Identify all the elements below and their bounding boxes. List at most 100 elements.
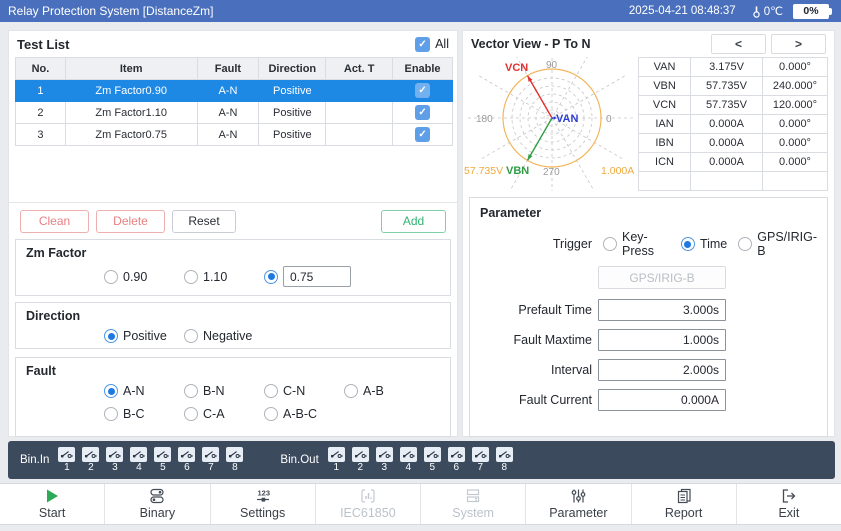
- zm-factor-title: Zm Factor: [26, 246, 87, 260]
- van-label: VAN: [556, 113, 578, 125]
- interval-input[interactable]: [598, 359, 726, 381]
- reset-button[interactable]: Reset: [172, 209, 236, 233]
- switch-open-icon: [495, 447, 513, 462]
- vbn-vector: [526, 117, 553, 161]
- radio-icon[interactable]: [184, 407, 198, 421]
- fault-b-n[interactable]: B-N: [184, 384, 264, 398]
- trigger-key-press[interactable]: Key-Press: [603, 230, 670, 258]
- radio-icon[interactable]: [264, 407, 278, 421]
- fault-c-n[interactable]: C-N: [264, 384, 344, 398]
- direction-negative[interactable]: Negative: [184, 329, 264, 343]
- fault-current-input[interactable]: [598, 389, 726, 411]
- trigger-gps-irig-b[interactable]: GPS/IRIG-B: [738, 230, 817, 258]
- test-list-header: Test List All: [9, 31, 457, 57]
- phasor-row: ICN 0.000A 0.000°: [638, 152, 828, 172]
- enable-checkbox[interactable]: [415, 127, 431, 142]
- bin-in-channel-4[interactable]: 4: [130, 447, 148, 473]
- radio-icon[interactable]: [104, 329, 118, 343]
- switch-open-icon: [130, 447, 148, 462]
- bin-in-channel-6[interactable]: 6: [178, 447, 196, 473]
- radio-icon[interactable]: [264, 269, 278, 284]
- bin-in-channel-5[interactable]: 5: [154, 447, 172, 473]
- fault-a-b[interactable]: A-B: [344, 384, 424, 398]
- exit-button[interactable]: Exit: [737, 484, 841, 524]
- bin-in-channel-7[interactable]: 7: [202, 447, 220, 473]
- prefault-time-input[interactable]: [598, 299, 726, 321]
- cell-item: Zm Factor1.10: [64, 101, 198, 124]
- fault-maxtime-input[interactable]: [598, 329, 726, 351]
- interval-field: Interval: [480, 359, 817, 381]
- radio-icon[interactable]: [184, 384, 198, 398]
- zm-option-110[interactable]: 1.10: [184, 269, 264, 284]
- phasor-row: IAN 0.000A 0.000°: [638, 114, 828, 134]
- bin-out-channel-2[interactable]: 2: [351, 447, 369, 473]
- bin-out-channel-8[interactable]: 8: [495, 447, 513, 473]
- bin-in-channel-2[interactable]: 2: [82, 447, 100, 473]
- switch-open-icon: [471, 447, 489, 462]
- radio-icon[interactable]: [603, 237, 617, 251]
- direction-positive[interactable]: Positive: [104, 329, 184, 343]
- delete-button[interactable]: Delete: [96, 209, 165, 233]
- radio-icon[interactable]: [104, 384, 118, 398]
- fault-c-a[interactable]: C-A: [184, 407, 264, 421]
- bin-out-channel-6[interactable]: 6: [447, 447, 465, 473]
- clean-button[interactable]: Clean: [20, 209, 89, 233]
- add-button[interactable]: Add: [381, 209, 446, 233]
- radio-icon[interactable]: [264, 384, 278, 398]
- binary-icon: [150, 488, 164, 504]
- enable-checkbox[interactable]: [415, 105, 431, 120]
- start-button[interactable]: Start: [0, 484, 106, 524]
- bin-out-channel-1[interactable]: 1: [327, 447, 345, 473]
- select-all-checkbox[interactable]: [415, 36, 431, 52]
- table-row[interactable]: 1 Zm Factor0.90 A-N Positive: [15, 79, 453, 102]
- trigger-time[interactable]: Time: [680, 237, 727, 251]
- cell-act-t: [325, 101, 394, 124]
- radio-icon[interactable]: [738, 237, 753, 251]
- fault-a-b-c[interactable]: A-B-C: [264, 407, 344, 421]
- bin-in-channel-3[interactable]: 3: [106, 447, 124, 473]
- phasor-table: VAN 3.175V 0.000° VBN 57.735V 240.000° V…: [638, 57, 828, 191]
- radio-icon[interactable]: [184, 329, 198, 343]
- settings-button[interactable]: 123 Settings: [211, 484, 316, 524]
- iec61850-icon: [361, 489, 375, 503]
- iec61850-button[interactable]: IEC61850: [316, 484, 421, 524]
- bin-in-channel-1[interactable]: 1: [58, 447, 76, 473]
- phasor-row: VAN 3.175V 0.000°: [638, 57, 828, 77]
- select-all-control[interactable]: All: [415, 36, 449, 52]
- zm-factor-section: Zm Factor 0.90 1.10: [15, 239, 451, 296]
- zm-option-custom[interactable]: [264, 266, 440, 287]
- bin-out-channel-3[interactable]: 3: [375, 447, 393, 473]
- radio-icon[interactable]: [184, 269, 198, 284]
- table-header-row: No. Item Fault Direction Act. T Enable: [15, 57, 453, 80]
- radio-icon[interactable]: [680, 237, 695, 251]
- zm-option-090[interactable]: 0.90: [104, 269, 184, 284]
- parameter-button[interactable]: Parameter: [526, 484, 632, 524]
- svg-text:123: 123: [257, 489, 270, 498]
- switch-open-icon: [375, 447, 393, 462]
- report-button[interactable]: Report: [632, 484, 737, 524]
- next-page-button[interactable]: >: [771, 34, 826, 54]
- direction-title: Direction: [26, 309, 81, 323]
- system-button[interactable]: System: [421, 484, 527, 524]
- binary-button[interactable]: Binary: [105, 484, 211, 524]
- cell-direction: Positive: [258, 123, 327, 146]
- bin-out-channel-7[interactable]: 7: [471, 447, 489, 473]
- enable-checkbox[interactable]: [415, 83, 431, 98]
- vbn-scale-label: VBN: [506, 165, 529, 177]
- zm-custom-input[interactable]: [283, 266, 351, 287]
- report-icon: [677, 488, 691, 504]
- table-row[interactable]: 3 Zm Factor0.75 A-N Positive: [15, 123, 453, 146]
- fault-b-c[interactable]: B-C: [104, 407, 184, 421]
- bin-out-channel-5[interactable]: 5: [423, 447, 441, 473]
- col-no: No.: [15, 57, 66, 80]
- gps-irig-b-button[interactable]: GPS/IRIG-B: [598, 266, 726, 289]
- radio-icon[interactable]: [344, 384, 358, 398]
- bin-in-channels: 12345678: [58, 447, 250, 473]
- prev-page-button[interactable]: <: [711, 34, 766, 54]
- bin-in-channel-8[interactable]: 8: [226, 447, 244, 473]
- radio-icon[interactable]: [104, 269, 118, 284]
- bin-out-channel-4[interactable]: 4: [399, 447, 417, 473]
- fault-a-n[interactable]: A-N: [104, 384, 184, 398]
- table-row[interactable]: 2 Zm Factor1.10 A-N Positive: [15, 101, 453, 124]
- radio-icon[interactable]: [104, 407, 118, 421]
